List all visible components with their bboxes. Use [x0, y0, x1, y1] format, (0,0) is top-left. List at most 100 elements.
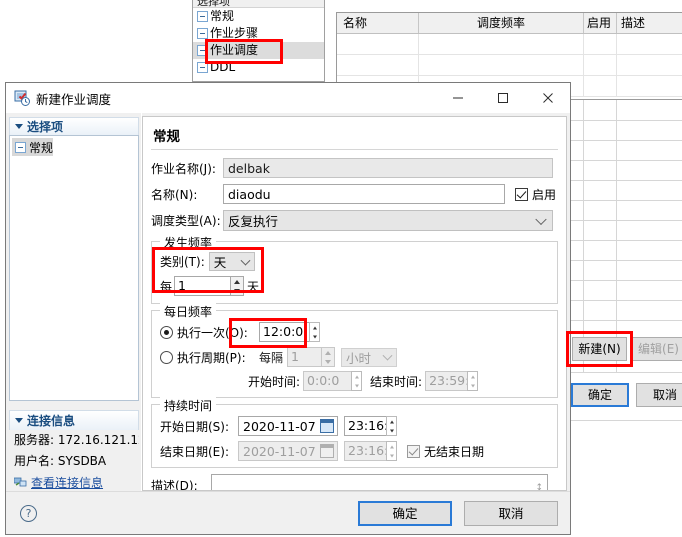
- interval-stepper[interactable]: 1: [287, 347, 336, 367]
- description-row: 描述(D): ↕: [151, 474, 558, 490]
- tree-node-icon: [197, 11, 208, 22]
- no-end-date-checkbox-row[interactable]: 无结束日期: [407, 443, 484, 460]
- tree-item-label: 作业步骤: [210, 26, 259, 40]
- stepper-up-icon: [387, 417, 396, 426]
- column-header-name[interactable]: 名称: [337, 13, 419, 33]
- options-section-header[interactable]: 选择项: [9, 117, 139, 135]
- connection-icon: [13, 476, 27, 488]
- duration-group-title: 持续时间: [160, 397, 217, 414]
- panel-divider: [571, 372, 682, 373]
- help-icon[interactable]: ?: [20, 504, 37, 522]
- period-radio[interactable]: [160, 350, 173, 364]
- new-button[interactable]: 新建(N): [572, 337, 627, 361]
- name-row: 名称(N): diaodu 启用: [151, 184, 558, 204]
- interval-unit-value: 小时: [346, 350, 372, 366]
- option-item-general[interactable]: 常规: [12, 138, 54, 156]
- schedule-type-select[interactable]: 反复执行: [223, 210, 553, 231]
- table-row[interactable]: [337, 55, 682, 76]
- job-name-label: 作业名称(J):: [151, 161, 216, 176]
- window-controls: [435, 83, 570, 113]
- stepper-down-icon: [322, 357, 334, 366]
- table-row[interactable]: [337, 34, 682, 55]
- end-date-field[interactable]: 2020-11-07: [238, 441, 338, 461]
- every-days-value[interactable]: 1: [174, 276, 231, 296]
- resize-handle-icon[interactable]: ↕: [535, 479, 543, 490]
- start-time-value[interactable]: 0:0:0: [303, 371, 352, 391]
- tree-item-job-steps[interactable]: 作业步骤: [193, 25, 324, 42]
- dialog-cancel-button[interactable]: 取消: [464, 500, 558, 526]
- start-time-stepper[interactable]: 0:0:0: [303, 371, 363, 391]
- table-cell: [584, 34, 617, 54]
- name-input[interactable]: diaodu: [223, 184, 505, 204]
- background-cancel-button[interactable]: 取消: [636, 383, 682, 407]
- dialog-title-bar[interactable]: 新建作业调度: [6, 83, 570, 113]
- calendar-icon[interactable]: [320, 419, 334, 433]
- close-icon[interactable]: [525, 83, 570, 113]
- duration-group: 持续时间 开始日期(S): 2020-11-07 23:16:38 结束日期(E…: [151, 397, 558, 468]
- start-date-time-value[interactable]: 23:16:38: [344, 416, 386, 436]
- once-radio[interactable]: [160, 325, 173, 339]
- enabled-checkbox-row[interactable]: 启用: [515, 186, 556, 203]
- column-header-description[interactable]: 描述: [617, 13, 682, 33]
- stepper-down-icon: [231, 286, 243, 295]
- every-days-stepper[interactable]: 1: [174, 276, 245, 296]
- minimize-icon[interactable]: [435, 83, 480, 113]
- tree-item-label: 作业调度: [210, 43, 259, 57]
- server-label: 服务器:: [14, 433, 55, 447]
- stepper-arrows[interactable]: [230, 276, 245, 296]
- column-header-enabled[interactable]: 启用: [584, 13, 617, 33]
- end-time-value[interactable]: 23:59:59: [425, 371, 468, 391]
- connection-section-header[interactable]: 连接信息: [9, 410, 139, 430]
- stepper-up-icon: [468, 372, 477, 381]
- end-date-time-value[interactable]: 23:16:38: [344, 441, 386, 461]
- options-section-title: 选择项: [27, 120, 64, 134]
- tree-item-general[interactable]: 常规: [193, 8, 324, 25]
- username-row: 用户名: SYSDBA: [9, 451, 139, 472]
- tree-node-icon: [197, 45, 208, 56]
- stepper-arrows[interactable]: [386, 441, 397, 461]
- maximize-icon[interactable]: [480, 83, 525, 113]
- username-label: 用户名:: [14, 454, 55, 468]
- pane-title: 常规: [153, 129, 180, 145]
- view-connection-info-row[interactable]: 查看连接信息: [9, 472, 139, 491]
- description-input[interactable]: ↕: [211, 474, 548, 490]
- background-ok-button[interactable]: 确定: [571, 383, 629, 407]
- tree-item-ddl[interactable]: DDL: [193, 59, 324, 76]
- every-suffix-label: 天: [247, 279, 260, 294]
- stepper-arrows[interactable]: [386, 416, 397, 436]
- tree-node-icon: [15, 141, 26, 153]
- calendar-icon[interactable]: [320, 444, 334, 458]
- once-time-field[interactable]: 12:0:0: [259, 322, 309, 342]
- interval-label: 每隔: [259, 350, 284, 365]
- tree-item-job-schedule[interactable]: 作业调度: [193, 42, 324, 59]
- category-value: 天: [213, 255, 227, 270]
- stepper-arrows[interactable]: [467, 371, 479, 391]
- stepper-up-icon: [352, 372, 361, 381]
- end-time-stepper[interactable]: 23:59:59: [425, 371, 479, 391]
- username-value: SYSDBA: [57, 454, 107, 468]
- start-date-field[interactable]: 2020-11-07: [238, 416, 338, 436]
- view-connection-info-link[interactable]: 查看连接信息: [31, 474, 103, 491]
- interval-days-row: 每 1 天: [160, 276, 549, 296]
- dialog-ok-button[interactable]: 确定: [358, 500, 452, 526]
- stepper-arrows[interactable]: [309, 322, 320, 342]
- once-time-stepper[interactable]: 12:0:0: [259, 322, 320, 342]
- start-date-time-stepper[interactable]: 23:16:38: [344, 416, 397, 436]
- enabled-checkbox[interactable]: [515, 187, 528, 201]
- interval-unit-select[interactable]: 小时: [341, 347, 398, 367]
- background-tree-panel: 选择项 常规 作业步骤 作业调度 DDL: [192, 0, 325, 82]
- stepper-arrows[interactable]: [321, 347, 336, 367]
- stepper-up-icon: [231, 277, 243, 286]
- options-list: 常规: [9, 135, 139, 401]
- stepper-arrows[interactable]: [351, 371, 363, 391]
- stepper-down-icon: [387, 426, 396, 435]
- no-end-date-checkbox[interactable]: [407, 444, 420, 458]
- category-select[interactable]: 天: [208, 252, 255, 271]
- edit-button[interactable]: 编辑(E): [631, 337, 682, 361]
- table-cell: [617, 55, 682, 75]
- interval-value[interactable]: 1: [287, 347, 322, 367]
- end-date-time-stepper[interactable]: 23:16:38: [344, 441, 397, 461]
- every-prefix-label: 每: [160, 279, 173, 294]
- chevron-down-icon: [535, 213, 547, 225]
- column-header-frequency[interactable]: 调度频率: [419, 13, 584, 33]
